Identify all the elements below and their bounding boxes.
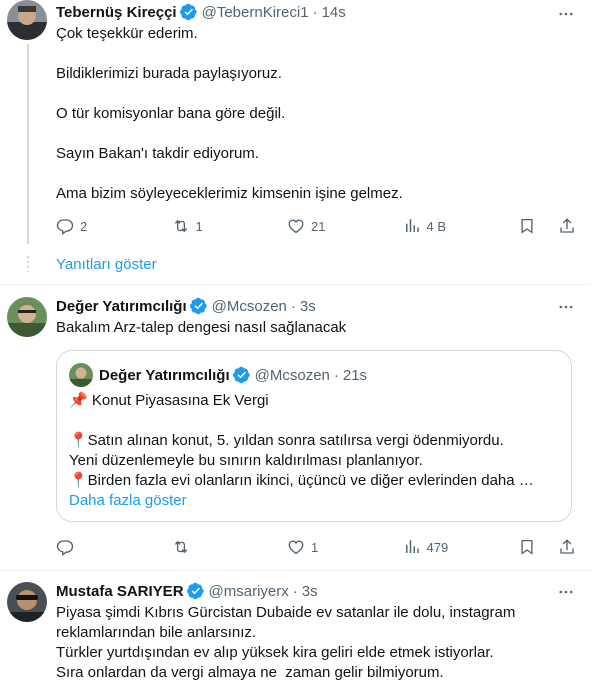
views-icon: [403, 217, 421, 235]
like-button[interactable]: 21: [287, 217, 347, 235]
views-button[interactable]: 479: [403, 538, 463, 556]
tweet-2[interactable]: Değer Yatırımcılığı @Mcsozen · 3s Bakalı…: [0, 285, 590, 570]
like-button[interactable]: 1: [287, 538, 347, 556]
timestamp[interactable]: 3s: [300, 298, 316, 315]
verified-icon: [180, 3, 198, 21]
verified-icon: [233, 366, 251, 384]
reply-button[interactable]: [56, 538, 116, 556]
reply-button[interactable]: 2: [56, 217, 116, 235]
avatar[interactable]: [7, 297, 47, 337]
views-button[interactable]: 4 B: [403, 217, 463, 235]
avatar[interactable]: [7, 582, 47, 622]
timestamp[interactable]: 14s: [322, 4, 346, 21]
separator-dot: ·: [290, 297, 296, 315]
quote-line: 📍Birden fazla evi olanların ikinci, üçün…: [69, 472, 534, 489]
retweet-icon: [172, 217, 190, 235]
timestamp[interactable]: 3s: [302, 583, 318, 600]
quote-timestamp: 21s: [342, 366, 368, 384]
views-icon: [403, 538, 421, 556]
bookmark-icon[interactable]: [518, 538, 536, 556]
show-replies-link[interactable]: Yanıtları göster: [56, 256, 157, 273]
thread-dots: [27, 256, 29, 272]
retweet-count: 1: [195, 218, 203, 234]
quote-line: Yeni düzenlemeyle bu sınırın kaldırılmas…: [69, 452, 423, 469]
more-icon[interactable]: [556, 582, 576, 602]
tweet-text: Piyasa şimdi Kıbrıs Gürcistan Dubaide ev…: [56, 603, 581, 683]
author-name[interactable]: Değer Yatırımcılığı: [56, 298, 187, 315]
tweet-3[interactable]: Mustafa SARIYER @msariyerx · 3s Piyasa ş…: [0, 571, 590, 683]
quote-line: 📍Satın alınan konut, 5. yıldan sonra sat…: [69, 432, 504, 449]
tweet-1[interactable]: Tebernüş Kireççi @TebernKireci1 · 14s Ço…: [0, 0, 590, 284]
quote-author-name: Değer Yatırımcılığı: [99, 366, 230, 384]
views-count: 4 B: [426, 218, 447, 234]
separator-dot: ·: [312, 3, 318, 21]
avatar[interactable]: [7, 0, 47, 40]
text-line: Sayın Bakan'ı takdir ediyorum.: [56, 145, 259, 162]
separator-dot: ·: [292, 582, 298, 600]
more-icon[interactable]: [556, 297, 576, 317]
quote-text: 📌 Konut Piyasasına Ek Vergi 📍Satın alına…: [69, 391, 564, 491]
author-name[interactable]: Mustafa SARIYER: [56, 583, 184, 600]
bookmark-icon[interactable]: [518, 217, 536, 235]
more-icon[interactable]: [556, 4, 576, 24]
retweet-button[interactable]: [172, 538, 232, 556]
like-icon: [287, 217, 305, 235]
retweet-button[interactable]: 1: [172, 217, 232, 235]
like-count: 21: [311, 218, 326, 234]
author-name[interactable]: Tebernüş Kireççi: [56, 4, 177, 21]
author-handle[interactable]: @Mcsozen: [212, 298, 287, 315]
show-more-link[interactable]: Daha fazla göster: [69, 492, 187, 509]
text-line: Bildiklerimizi burada paylaşıyoruz.: [56, 65, 282, 82]
verified-icon: [187, 582, 205, 600]
share-icon[interactable]: [558, 538, 576, 556]
bookmark-share-group: [518, 217, 576, 235]
bookmark-share-group: [518, 538, 576, 556]
text-line: Piyasa şimdi Kıbrıs Gürcistan Dubaide ev…: [56, 604, 516, 621]
separator-dot: ·: [333, 366, 339, 384]
verified-icon: [190, 297, 208, 315]
text-line: Ama bizim söyleyeceklerimiz kimsenin işi…: [56, 185, 403, 202]
thread-line: [27, 44, 29, 244]
tweet-text: Çok teşekkür ederim. Bildiklerimizi bura…: [56, 24, 576, 204]
action-bar: 1 479: [56, 537, 576, 557]
quote-title: 📌 Konut Piyasasına Ek Vergi: [69, 392, 269, 409]
share-icon[interactable]: [558, 217, 576, 235]
retweet-icon: [172, 538, 190, 556]
tweet-text: Bakalım Arz-talep dengesi nasıl sağlanac…: [56, 319, 347, 336]
reply-icon: [56, 217, 74, 235]
text-line: Türkler yurtdışından ev alıp yüksek kira…: [56, 644, 494, 661]
like-icon: [287, 538, 305, 556]
views-count: 479: [426, 539, 449, 555]
text-line: Çok teşekkür ederim.: [56, 25, 198, 42]
reply-count: 2: [80, 218, 88, 234]
text-line: reklamlarından bile anlarsınız.: [56, 624, 257, 641]
quoted-tweet[interactable]: Değer Yatırımcılığı @Mcsozen · 21s 📌 Kon…: [56, 350, 572, 522]
author-handle[interactable]: @msariyerx: [209, 583, 289, 600]
quote-avatar: [69, 363, 93, 387]
action-bar: 2 1 21 4 B: [56, 216, 576, 236]
text-line: O tür komisyonlar bana göre değil.: [56, 105, 286, 122]
text-line: Sıra onlardan da vergi almaya ne zaman g…: [56, 664, 444, 681]
like-count: 1: [311, 539, 319, 555]
author-handle[interactable]: @TebernKireci1: [202, 4, 309, 21]
reply-icon: [56, 538, 74, 556]
quote-author-handle: @Mcsozen: [254, 366, 330, 384]
